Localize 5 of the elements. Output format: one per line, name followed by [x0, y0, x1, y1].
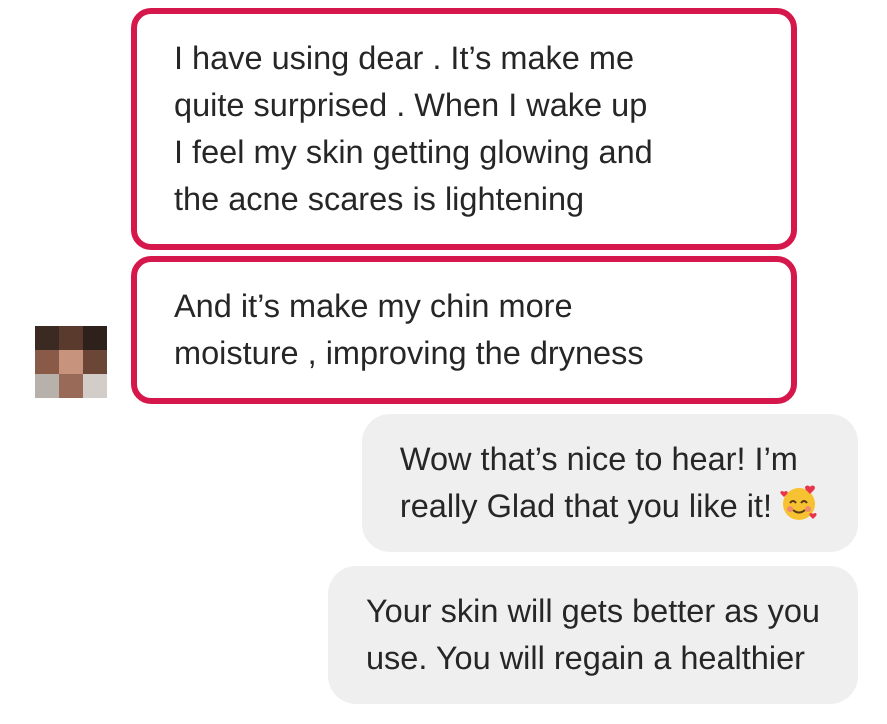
message-text: Your skin will gets better as you use. You will regain a healthier [366, 593, 820, 676]
message-text: Wow that’s nice to hear! I’m really Glad that you like it! [400, 441, 798, 524]
message-text: And it’s make my chin more moisture , improving the dryness [174, 288, 644, 371]
message-text: I have using dear . It’s make me quite surprised . When I wake up I feel my skin getting glowing and the acne scares is lightening [174, 40, 653, 217]
pixelated-avatar-placeholder [35, 326, 107, 398]
